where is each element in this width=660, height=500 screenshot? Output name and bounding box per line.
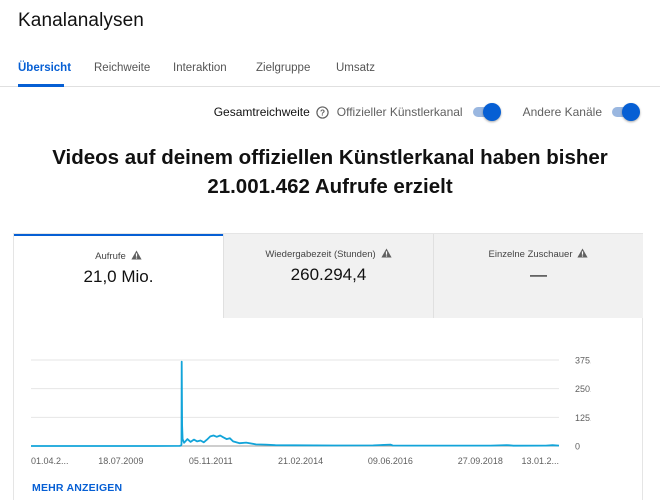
other-channels-toggle[interactable] (610, 103, 640, 121)
x-tick-label: 27.09.2018 (458, 456, 503, 466)
y-tick-label: 375.000 (575, 356, 591, 366)
tab-overview[interactable]: Übersicht (18, 62, 71, 74)
show-more-link[interactable]: MEHR ANZEIGEN (32, 482, 122, 494)
metric-value: 260.294,4 (290, 265, 367, 284)
warning-icon (577, 248, 589, 258)
help-icon[interactable]: ? (316, 105, 329, 119)
page-title: Kanalanalysen (18, 10, 144, 31)
metric-tab-views[interactable]: Aufrufe 21,0 Mio. (14, 234, 223, 318)
total-reach-label: Gesamtreichweite (213, 105, 310, 119)
y-tick-label: 125.000 (575, 413, 591, 423)
warning-icon (131, 250, 142, 260)
active-tab-indicator (18, 84, 64, 87)
tab-reach[interactable]: Reichweite (94, 62, 150, 74)
x-tick-label: 21.02.2014 (278, 456, 323, 466)
official-channel-toggle[interactable] (471, 103, 501, 121)
metric-value: 21,0 Mio. (83, 267, 154, 286)
official-channel-label: Offizieller Künstlerkanal (336, 105, 463, 119)
reach-filters: Gesamtreichweite ? Offizieller Künstlerk… (214, 101, 640, 123)
x-tick-label: 18.07.2009 (98, 456, 143, 466)
tab-engagement[interactable]: Interaktion (173, 62, 227, 74)
tab-revenue[interactable]: Umsatz (336, 62, 375, 74)
svg-text:?: ? (320, 107, 325, 117)
x-tick-label: 05.11.2011 (189, 456, 233, 466)
warning-icon (381, 248, 392, 258)
metric-label: Wiedergabezeit (Stunden) (224, 248, 433, 260)
metric-label: Einzelne Zuschauer (434, 248, 643, 260)
other-channels-label: Andere Kanäle (522, 105, 602, 119)
views-line-chart: 375.000 250.000 125.000 0 01.04.2... 18.07.20… (31, 356, 591, 466)
x-tick-label: 13.01.2... (521, 456, 559, 466)
headline-line-1: Videos auf deinem offiziellen Künstlerka… (52, 146, 608, 169)
headline-line-2: 21.001.462 Aufrufe erzielt (207, 175, 453, 198)
metric-tab-watch-time[interactable]: Wiedergabezeit (Stunden) 260.294,4 (223, 234, 433, 318)
metric-tab-unique-viewers[interactable]: Einzelne Zuschauer — (433, 234, 643, 318)
metric-label: Aufrufe (14, 250, 223, 262)
toggle-knob (482, 103, 501, 121)
metric-value: — (530, 265, 547, 284)
x-tick-label: 01.04.2... (31, 456, 69, 466)
tab-bar: Übersicht Reichweite Interaktion Zielgru… (0, 52, 660, 87)
toggle-knob (622, 103, 640, 121)
y-tick-label: 0 (575, 442, 580, 452)
tab-audience[interactable]: Zielgruppe (256, 62, 310, 74)
x-tick-label: 09.06.2016 (368, 456, 413, 466)
views-headline: Videos auf deinem offiziellen Künstlerka… (0, 143, 660, 201)
views-series-line (31, 360, 560, 447)
y-tick-label: 250.000 (575, 384, 591, 394)
